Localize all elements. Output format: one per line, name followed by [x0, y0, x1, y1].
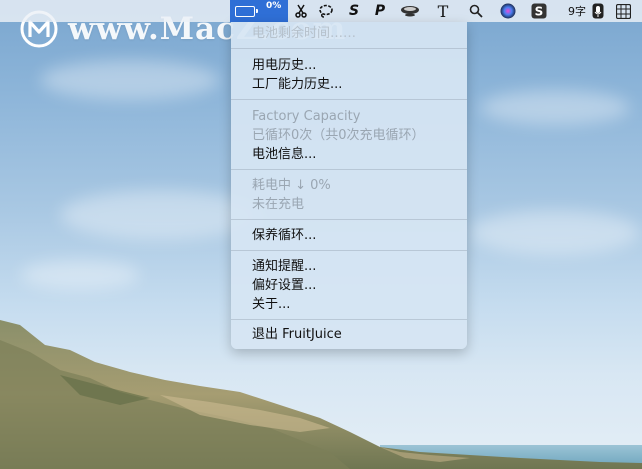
menu-item-cycle-count: 已循环0次（共0次充电循环） — [252, 128, 425, 143]
menu-item-capacity-history[interactable]: 工厂能力历史... — [252, 75, 342, 94]
s-app-icon[interactable]: S — [346, 0, 362, 22]
spotlight-icon[interactable] — [466, 0, 486, 22]
grid-icon[interactable] — [612, 0, 634, 22]
menu-item-factory-capacity: Factory Capacity — [252, 109, 361, 124]
menu-item-quit[interactable]: 退出 FruitJuice — [252, 325, 342, 344]
menu-separator — [231, 48, 467, 49]
battery-status-item[interactable]: 0% — [230, 0, 288, 22]
menu-item-drain-rate: 耗电中 ↓ 0% — [252, 178, 331, 193]
siri-icon[interactable] — [498, 0, 518, 22]
menu-item-not-charging: 未在充电 — [252, 197, 305, 212]
ime-label: 9字 — [568, 5, 586, 18]
teacup-icon[interactable] — [398, 0, 424, 22]
s-square-icon[interactable]: S — [528, 0, 550, 22]
menu-separator — [231, 99, 467, 100]
menu-separator — [231, 219, 467, 220]
menu-separator — [231, 319, 467, 320]
menu-partial-top-item: 电池剩余时间…… — [252, 26, 357, 41]
p-app-icon[interactable]: P — [372, 0, 388, 22]
menu-item-preferences[interactable]: 偏好设置... — [252, 276, 316, 295]
scissors-icon[interactable] — [292, 0, 310, 22]
ime-icon[interactable]: 9字 — [564, 0, 590, 22]
menu-item-usage-history[interactable]: 用电历史... — [252, 56, 316, 75]
fruitjuice-dropdown-menu: 电池剩余时间…… 用电历史... 工厂能力历史... Factory Capac… — [231, 22, 467, 349]
menu-separator — [231, 250, 467, 251]
menu-separator — [231, 169, 467, 170]
battery-percent: 0% — [266, 1, 282, 11]
menu-item-battery-info[interactable]: 电池信息... — [252, 145, 316, 164]
text-tool-icon[interactable]: T — [434, 0, 452, 22]
menu-item-maintenance-cycle[interactable]: 保养循环... — [252, 226, 316, 245]
microphone-icon[interactable] — [590, 0, 606, 22]
menu-item-about[interactable]: 关于... — [252, 295, 290, 314]
svg-text:S: S — [535, 5, 544, 19]
battery-icon — [235, 6, 258, 17]
menu-bar: 0% S P T S 9字 — [0, 0, 642, 22]
menu-item-notifications[interactable]: 通知提醒... — [252, 257, 316, 276]
lasso-icon[interactable] — [316, 0, 336, 22]
